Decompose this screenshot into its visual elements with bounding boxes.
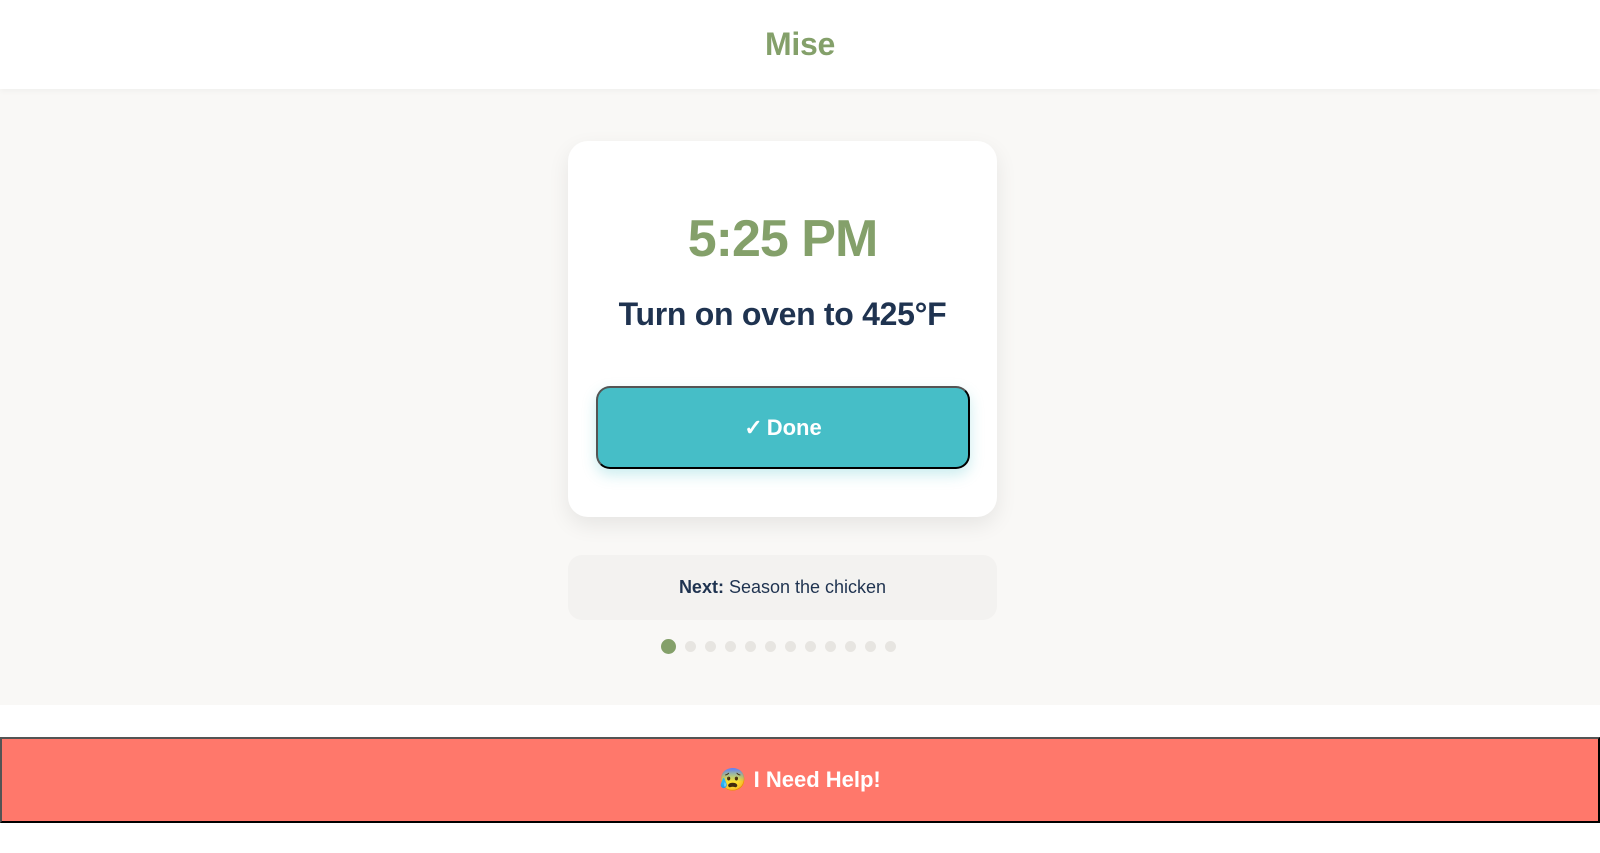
step-instruction: Turn on oven to 425°F <box>618 296 947 332</box>
progress-dot <box>765 641 776 652</box>
progress-dot <box>705 641 716 652</box>
help-button[interactable]: 😰 I Need Help! <box>0 737 1600 823</box>
progress-dot <box>785 641 796 652</box>
progress-dot <box>805 641 816 652</box>
next-step-preview: Next: Season the chicken <box>568 555 997 620</box>
app-header: Mise <box>0 0 1600 89</box>
done-button[interactable]: ✓ Done <box>596 386 970 469</box>
check-icon: ✓ <box>744 414 763 440</box>
progress-dot <box>825 641 836 652</box>
progress-dot <box>885 641 896 652</box>
next-step-text: Season the chicken <box>728 577 887 597</box>
progress-dot <box>725 641 736 652</box>
done-button-label: Done <box>766 414 822 440</box>
help-button-label: I Need Help! <box>753 767 881 792</box>
current-step-card: 5:25 PM Turn on oven to 425°F ✓ Done <box>568 141 997 517</box>
app-title: Mise <box>765 26 835 62</box>
anxious-face-icon: 😰 <box>719 767 747 792</box>
progress-dot <box>685 641 696 652</box>
progress-dots <box>661 639 896 654</box>
main-content: 5:25 PM Turn on oven to 425°F ✓ Done Nex… <box>0 89 1600 705</box>
progress-dot <box>845 641 856 652</box>
progress-dot <box>865 641 876 652</box>
next-step-label: Next: <box>678 577 724 597</box>
step-time: 5:25 PM <box>687 210 879 268</box>
progress-dot <box>745 641 756 652</box>
progress-dot-active <box>661 639 676 654</box>
